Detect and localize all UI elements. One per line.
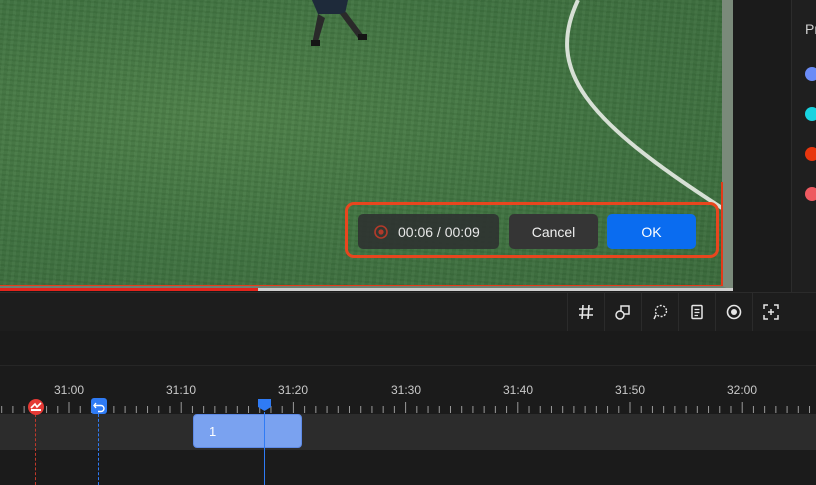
timeline-track[interactable] <box>0 414 816 450</box>
tick-label: 31:20 <box>277 383 309 397</box>
timeline-header <box>0 331 816 366</box>
crop-guide-vertical <box>721 182 723 285</box>
marker-line-red <box>35 414 36 485</box>
notes-icon <box>691 304 703 320</box>
right-panel: Pr <box>791 0 816 292</box>
timeline-clip[interactable]: 1 <box>193 414 302 448</box>
panel-title: Pr <box>805 21 816 37</box>
color-swatch-3[interactable] <box>805 147 816 161</box>
grid-icon <box>579 304 593 320</box>
target-icon <box>726 304 742 320</box>
tick-label: 31:10 <box>165 383 197 397</box>
timeline-track-empty <box>0 450 816 485</box>
tick-label: 31:00 <box>53 383 85 397</box>
playhead-handle[interactable] <box>257 398 272 412</box>
crop-add-icon <box>763 304 779 320</box>
playhead-line <box>264 412 265 485</box>
color-swatch-4[interactable] <box>805 187 816 201</box>
lasso-tool-button[interactable] <box>641 293 678 331</box>
color-swatch-2[interactable] <box>805 107 816 121</box>
notes-tool-button[interactable] <box>678 293 715 331</box>
player-figure <box>311 0 367 46</box>
cancel-button[interactable]: Cancel <box>509 214 598 249</box>
lasso-icon <box>653 304 668 320</box>
shape-tool-button[interactable] <box>604 293 641 331</box>
marker-line-blue <box>98 414 99 485</box>
tick-label: 31:30 <box>390 383 422 397</box>
shape-icon <box>615 305 630 320</box>
tick-label: 31:50 <box>614 383 646 397</box>
recording-time-display: 00:06 / 00:09 <box>358 214 499 249</box>
target-tool-button[interactable] <box>715 293 752 331</box>
record-icon <box>374 224 388 239</box>
ok-button[interactable]: OK <box>607 214 696 249</box>
grid-tool-button[interactable] <box>567 293 604 331</box>
ruler-ticks <box>1 402 811 413</box>
color-swatch-1[interactable] <box>805 67 816 81</box>
progress-fill <box>0 288 259 291</box>
marker-red-icon[interactable] <box>27 398 45 416</box>
crop-add-tool-button[interactable] <box>752 293 789 331</box>
time-readout: 00:06 / 00:09 <box>398 223 480 240</box>
tick-label: 31:40 <box>502 383 534 397</box>
crop-guide-horizontal <box>0 285 723 286</box>
tick-label: 32:00 <box>726 383 758 397</box>
toolbar <box>0 292 816 332</box>
marker-blue-undo-icon[interactable] <box>91 398 107 414</box>
